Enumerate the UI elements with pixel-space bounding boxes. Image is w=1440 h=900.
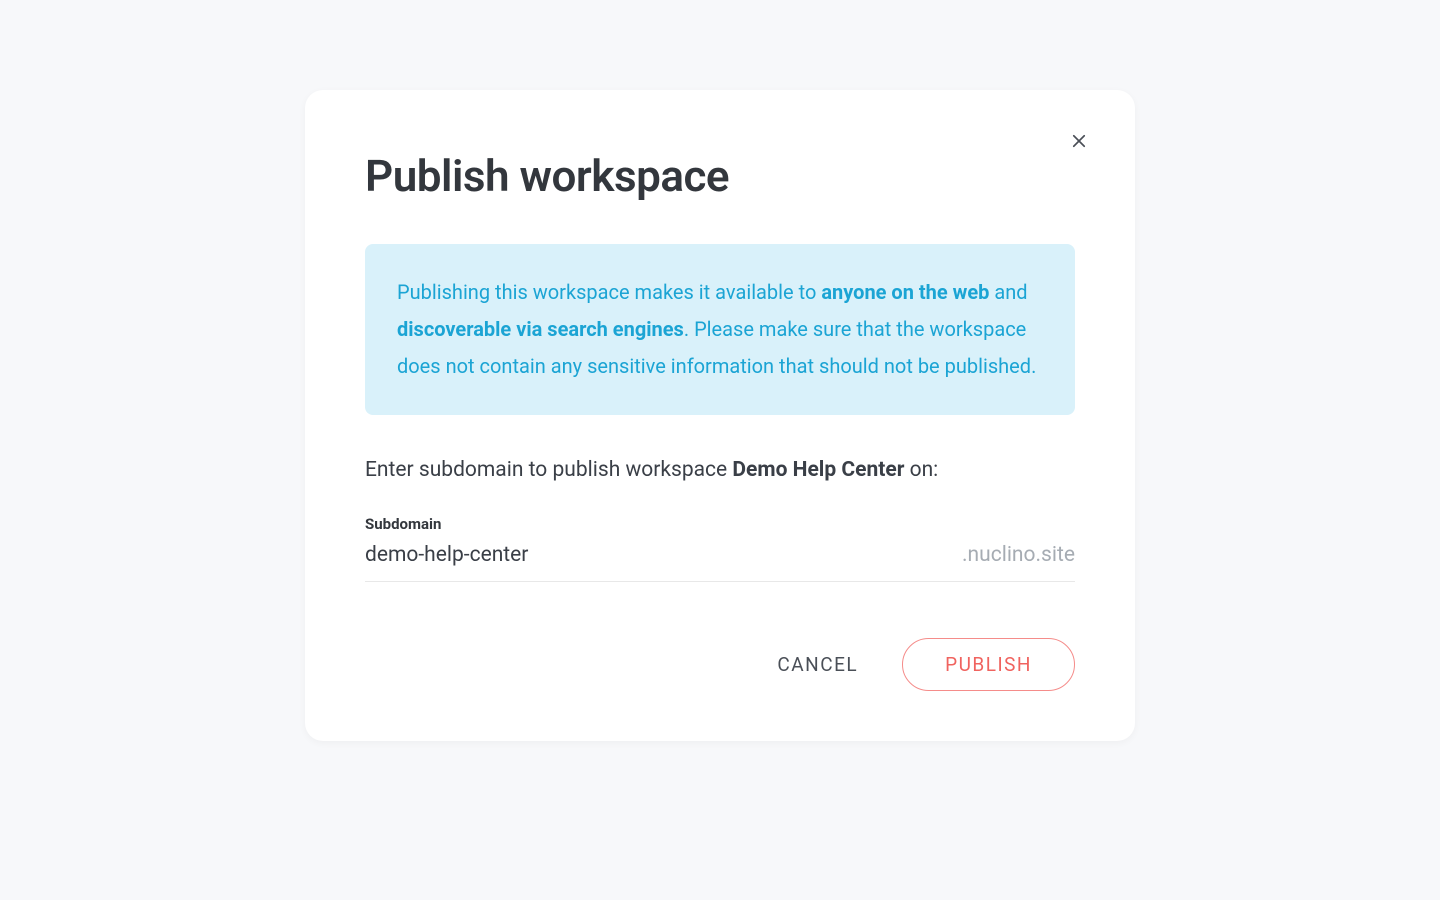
publish-warning-notice: Publishing this workspace makes it avail… [365,244,1075,415]
subdomain-input-row: .nuclino.site [365,543,1075,582]
notice-part1: Publishing this workspace makes it avail… [397,280,821,304]
subdomain-prompt: Enter subdomain to publish workspace Dem… [365,455,1075,487]
notice-text: Publishing this workspace makes it avail… [397,274,1043,385]
modal-title: Publish workspace [365,150,1075,202]
workspace-name: Demo Help Center [732,458,904,482]
close-button[interactable] [1065,128,1093,156]
subdomain-input[interactable] [365,543,962,567]
subdomain-field-label: Subdomain [365,515,1075,533]
cancel-button[interactable]: CANCEL [769,641,866,688]
publish-workspace-modal: Publish workspace Publishing this worksp… [305,90,1135,741]
close-icon [1070,132,1088,153]
modal-actions: CANCEL PUBLISH [365,638,1075,691]
prompt-after: on: [904,458,938,482]
domain-suffix: .nuclino.site [962,543,1075,567]
publish-button[interactable]: PUBLISH [902,638,1075,691]
prompt-before: Enter subdomain to publish workspace [365,458,732,482]
notice-bold1: anyone on the web [821,280,989,304]
notice-bold2: discoverable via search engines [397,317,684,341]
notice-part2: and [989,280,1027,304]
